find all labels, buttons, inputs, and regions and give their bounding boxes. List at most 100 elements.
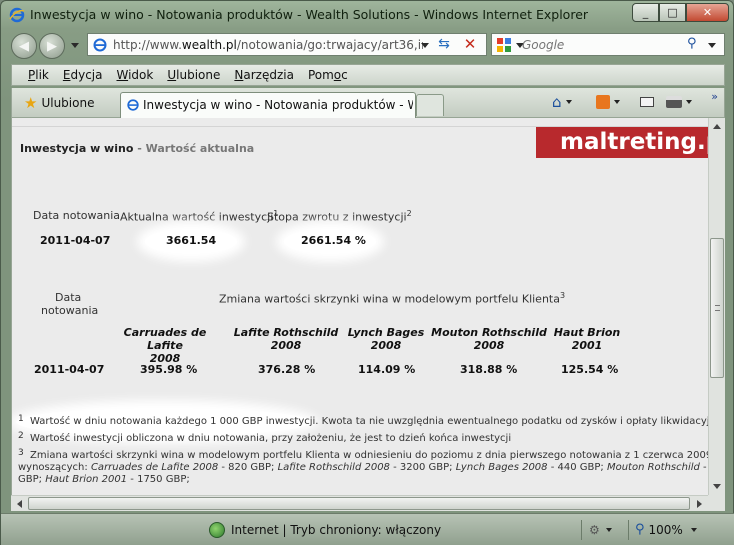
menu-view[interactable]: Widok: [116, 68, 153, 82]
ie-page-icon: [93, 38, 107, 52]
forward-arrow-icon: ▶: [47, 38, 57, 54]
footnote-3-item-amount: - 440 GBP;: [547, 462, 607, 473]
search-box[interactable]: ⚲: [491, 33, 725, 56]
forward-button[interactable]: ▶: [39, 33, 65, 59]
summary-date: 2011-04-07: [40, 234, 111, 247]
page-content: maltreting.pl Inwestycja w wino - Wartoś…: [11, 118, 708, 495]
wine-header-0: Carruades de Lafite 2008: [105, 326, 225, 365]
mail-icon: [640, 97, 654, 107]
back-button[interactable]: ◀: [11, 33, 37, 59]
wine-year: 2008: [270, 339, 302, 352]
minimize-button[interactable]: _: [632, 3, 659, 22]
return-footnote-ref[interactable]: 2: [407, 209, 412, 218]
back-arrow-icon: ◀: [19, 38, 29, 54]
footnote-3-item-name: Mouton Rothschild: [606, 462, 700, 473]
menu-view-label: idok: [128, 68, 154, 82]
portfolio-change-label: Zmiana wartości skrzynki wina w modelowy…: [219, 291, 565, 306]
tabs-bar: ★ Ulubione Inwestycja w wino - Notowania…: [11, 88, 725, 118]
ie-tab-icon: [127, 99, 139, 111]
footnote-2-text: Wartość inwestycji obliczona w dniu noto…: [30, 433, 512, 444]
footnote-3-number: 3: [18, 448, 24, 458]
maximize-button[interactable]: □: [659, 3, 686, 22]
wine-name: Lafite Rothschild: [233, 326, 339, 339]
address-bar[interactable]: http://www.wealth.pl/notowania/go:trwaja…: [87, 33, 487, 56]
stop-icon[interactable]: ✕: [460, 35, 480, 54]
search-input[interactable]: [522, 36, 672, 53]
wine-year: 2008: [473, 339, 505, 352]
url-domain: wealth.pl: [181, 38, 237, 52]
home-dropdown-icon[interactable]: [565, 100, 572, 104]
new-tab-button[interactable]: [416, 94, 444, 116]
security-zone[interactable]: Internet | Tryb chroniony: włączony: [209, 522, 441, 538]
wine-name: Carruades de Lafite: [123, 326, 207, 352]
footnote-3-item-name: Carruades de Lafite 2008: [90, 462, 219, 473]
menu-help[interactable]: Pomoc: [308, 68, 348, 82]
address-url[interactable]: http://www.wealth.pl/notowania/go:trwaja…: [113, 38, 423, 52]
footnote-2-number: 2: [18, 431, 24, 441]
scroll-right-icon[interactable]: [697, 500, 702, 508]
scrollbar-corner: [708, 495, 725, 511]
footnote-3-item-name: Lynch Bages 2008: [455, 462, 548, 473]
mail-button[interactable]: [640, 92, 654, 112]
navigation-bar: ◀ ▶ http://www.wealth.pl/notowania/go:tr…: [1, 29, 734, 61]
feeds-button[interactable]: [596, 92, 620, 112]
menu-file[interactable]: Plik: [28, 68, 49, 82]
browser-window: Inwestycja w wino - Notowania produktów …: [0, 0, 734, 545]
menu-edit[interactable]: Edycja: [63, 68, 103, 82]
search-options-dropdown-icon[interactable]: [708, 43, 716, 48]
more-commands-icon[interactable]: »: [711, 90, 718, 103]
minimize-icon: _: [642, 6, 649, 19]
protected-mode-button[interactable]: ⚙: [589, 523, 612, 537]
window-title: Inwestycja w wino - Notowania produktów …: [30, 7, 589, 22]
footnote-3-item-amount: - 2050: [703, 462, 708, 473]
ie-logo-icon: [9, 7, 25, 23]
zoom-control[interactable]: ⚲ 100%: [635, 522, 697, 537]
footnote-3-prefix: wynoszących:: [18, 462, 91, 473]
menu-tools-accesskey: N: [234, 68, 244, 82]
menu-bar: Plik Edycja Widok Ulubione Narzędzia Pom…: [11, 64, 725, 86]
tab-label: Inwestycja w wino - Notowania produktów …: [143, 98, 413, 112]
zoom-level: 100%: [648, 522, 683, 537]
print-dropdown-icon[interactable]: [686, 100, 692, 104]
menu-help-label-post: c: [341, 68, 348, 82]
refresh-icon[interactable]: ⇆: [434, 36, 454, 54]
summary-return: 2661.54 %: [301, 234, 366, 247]
print-button[interactable]: [666, 92, 692, 112]
close-button[interactable]: ✕: [686, 3, 729, 22]
footnote-1-number: 1: [18, 414, 24, 424]
search-icon[interactable]: ⚲: [687, 36, 697, 51]
footnote-3-line1: Zmiana wartości skrzynki wina w modelowy…: [30, 450, 708, 461]
horizontal-scrollbar[interactable]: [11, 495, 708, 511]
menu-tools-label: arzędzia: [243, 68, 294, 82]
zoom-dropdown-icon[interactable]: [690, 527, 697, 532]
title-bar: Inwestycja w wino - Notowania produktów …: [1, 1, 734, 29]
footnote-1-text: Wartość w dniu notowania każdego 1 000 G…: [30, 416, 708, 427]
favorites-button[interactable]: ★ Ulubione: [24, 94, 94, 112]
footnote-3-line3-prefix: GBP;: [18, 474, 46, 485]
protected-dropdown-icon[interactable]: [605, 528, 612, 532]
change-footnote-ref[interactable]: 3: [560, 291, 565, 300]
summary-value: 3661.54: [166, 234, 217, 247]
menu-favorites-label: lubione: [176, 68, 221, 82]
wine-change-4: 125.54 %: [561, 363, 619, 376]
feeds-dropdown-icon[interactable]: [614, 100, 620, 104]
menu-tools[interactable]: Narzędzia: [234, 68, 294, 82]
menu-file-label: lik: [35, 68, 49, 82]
globe-icon: [209, 522, 225, 538]
change-label-text: Zmiana wartości skrzynki wina w modelowy…: [219, 292, 560, 306]
window-controls: _ □ ✕: [632, 3, 729, 22]
home-button[interactable]: ⌂: [552, 92, 572, 112]
address-dropdown-icon[interactable]: [421, 43, 429, 48]
breadcrumb-subtitle: - Wartość aktualna: [137, 142, 255, 155]
vertical-scrollbar[interactable]: [708, 118, 725, 495]
summary-return-label: Stopa zwrotu z inwestycji2: [267, 209, 412, 224]
scroll-left-icon[interactable]: [17, 500, 22, 508]
recent-pages-dropdown-icon[interactable]: [71, 43, 79, 48]
horizontal-scroll-thumb[interactable]: [28, 497, 690, 510]
summary-value-label: Aktualna wartość inwestycji1: [120, 209, 278, 224]
scroll-up-icon[interactable]: [713, 124, 721, 129]
tab-active[interactable]: Inwestycja w wino - Notowania produktów …: [120, 92, 416, 118]
vertical-scroll-thumb[interactable]: [710, 238, 724, 378]
scroll-down-icon[interactable]: [713, 484, 721, 489]
menu-favorites[interactable]: Ulubione: [167, 68, 220, 82]
